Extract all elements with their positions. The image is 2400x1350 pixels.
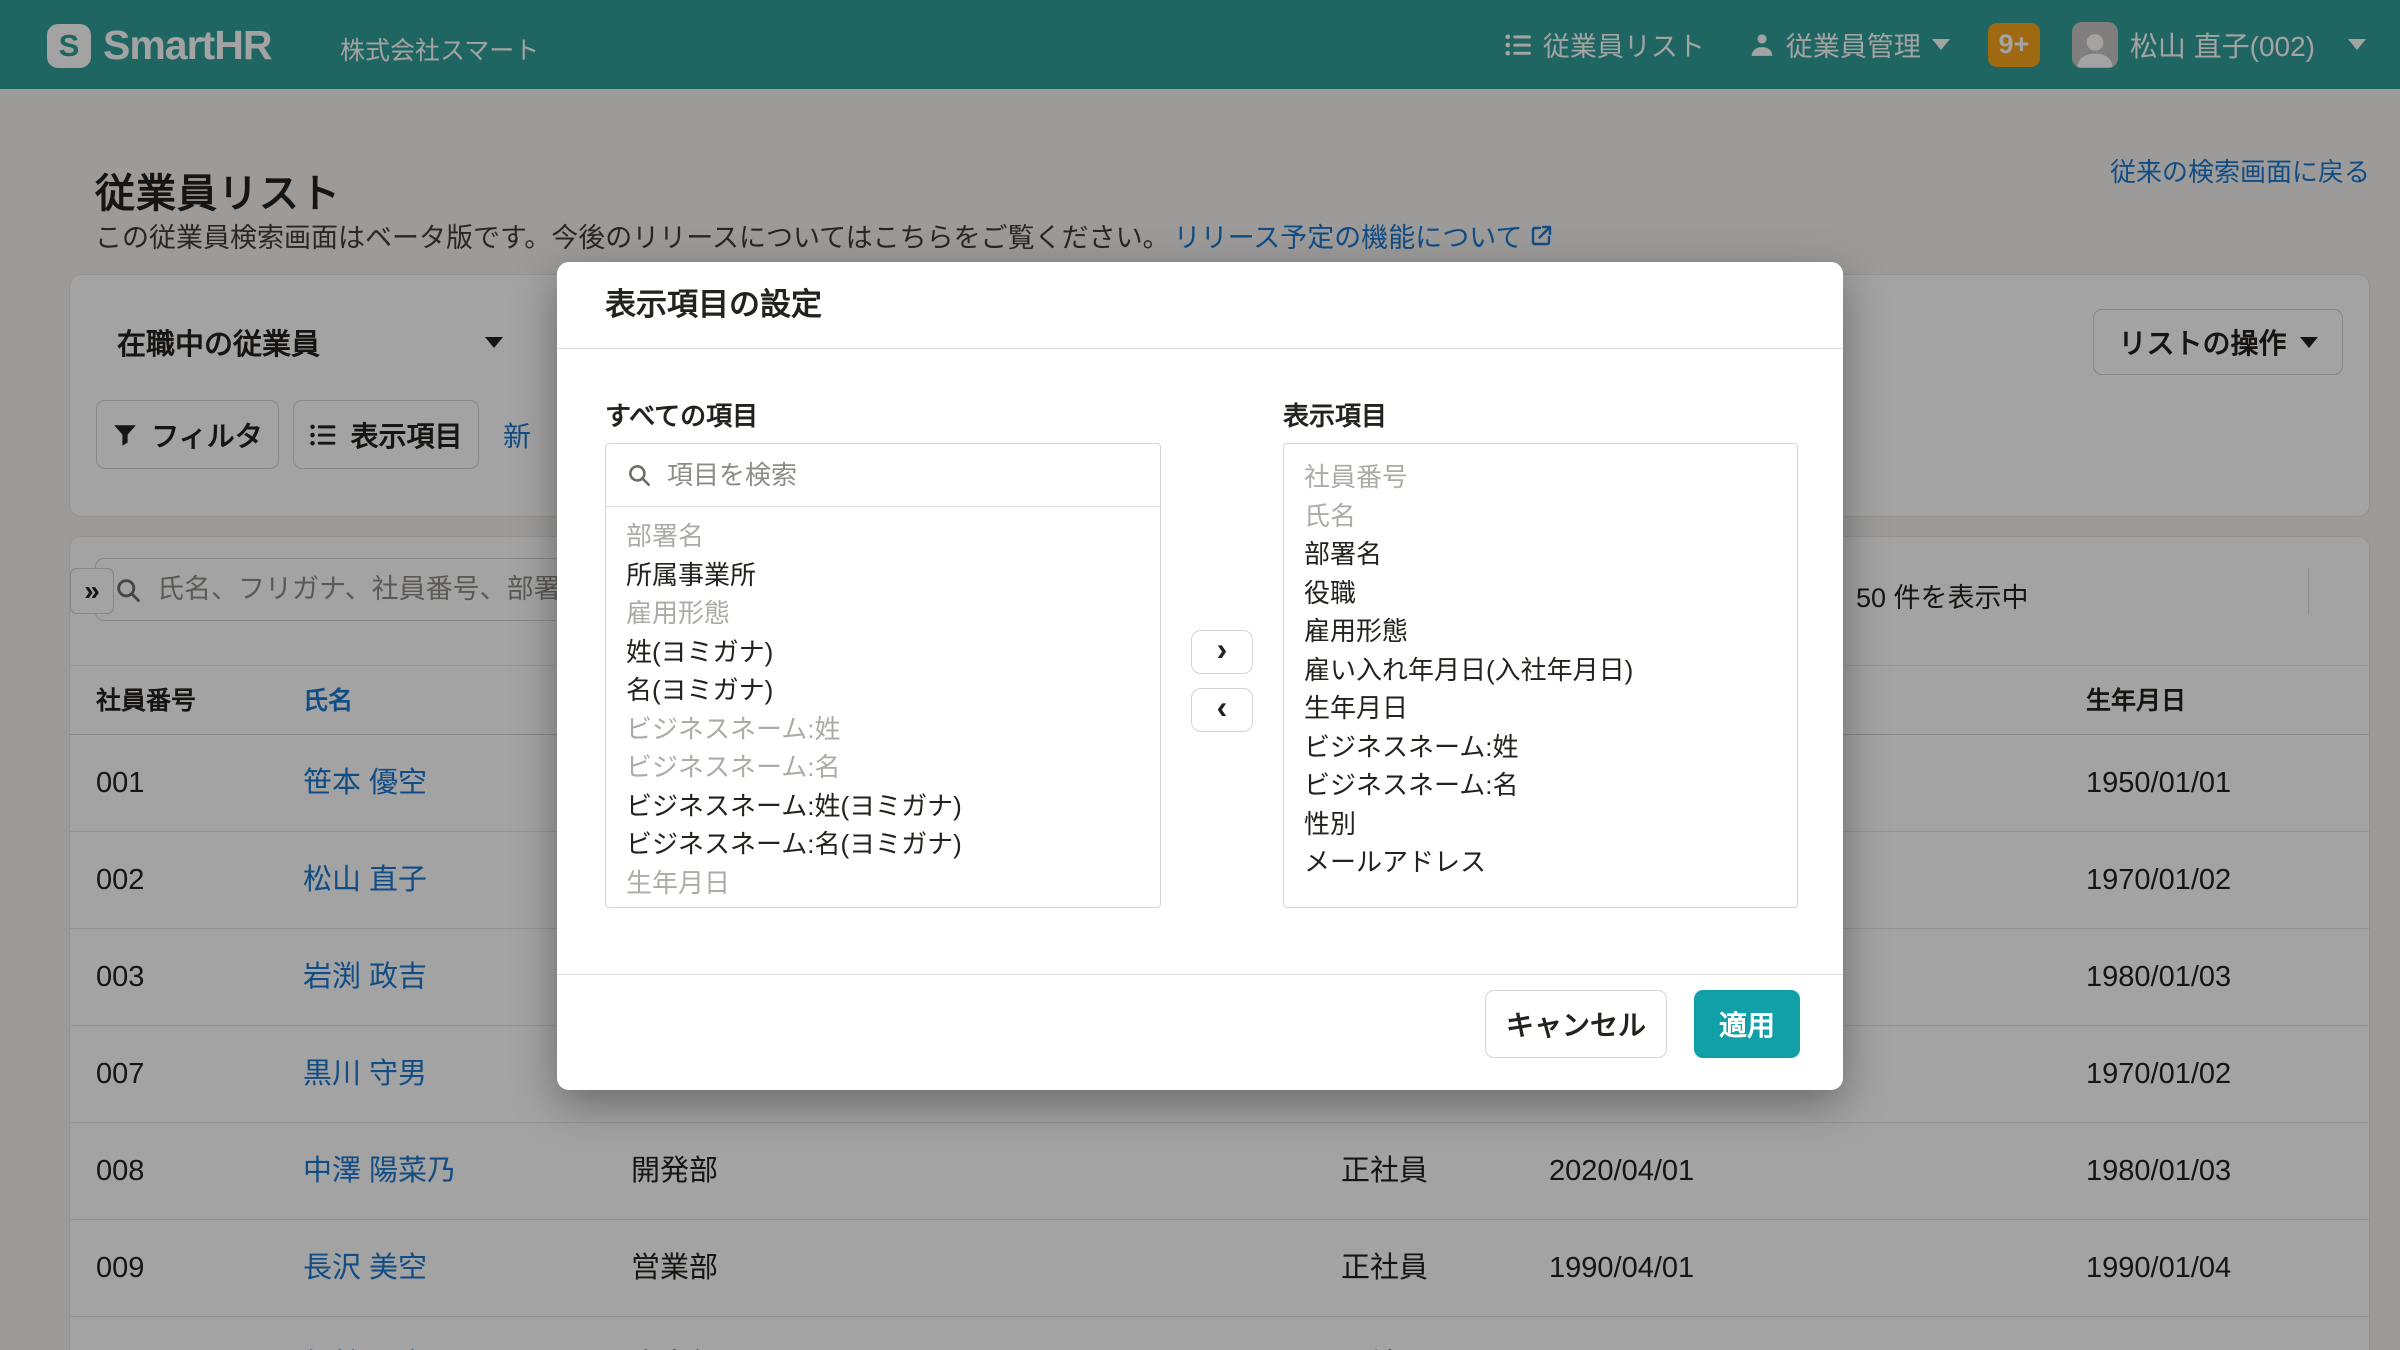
column-option[interactable]: 性別 (1304, 805, 1797, 844)
smarthr-app: S SmartHR 株式会社スマート 従業員リスト 従業員管理 9+ (0, 0, 2400, 1350)
shown-items-box: 社員番号 氏名 部署名 役職 雇用形態 雇い入れ年月日(入社年月日) 生年月日 … (1283, 443, 1798, 908)
all-items-label: すべての項目 (605, 396, 758, 433)
modal-footer-divider (557, 974, 1843, 975)
column-option[interactable]: 部署名 (626, 517, 1160, 556)
column-option[interactable]: ビジネスネーム:名 (626, 748, 1160, 787)
column-option[interactable]: 役職 (1304, 574, 1797, 613)
column-option[interactable]: ビジネスネーム:姓 (1304, 728, 1797, 767)
column-option[interactable]: ビジネスネーム:名 (1304, 766, 1797, 805)
column-option[interactable]: 名(ヨミガナ) (626, 671, 1160, 710)
column-option[interactable]: 雇用形態 (626, 594, 1160, 633)
column-option[interactable]: 生年月日 (1304, 689, 1797, 728)
column-option[interactable]: 雇い入れ年月日(入社年月日) (1304, 651, 1797, 690)
search-icon (626, 462, 652, 488)
apply-button[interactable]: 適用 (1694, 990, 1800, 1058)
shown-items-label: 表示項目 (1283, 396, 1387, 433)
column-option[interactable]: 姓(ヨミガナ) (626, 633, 1160, 672)
column-option[interactable]: 生年月日 (626, 864, 1160, 903)
item-search-input[interactable] (665, 459, 1140, 492)
column-settings-modal: 表示項目の設定 すべての項目 表示項目 部署名 所属事業所 雇用形態 姓(ヨミガ… (557, 262, 1843, 1090)
all-items-box: 部署名 所属事業所 雇用形態 姓(ヨミガナ) 名(ヨミガナ) ビジネスネーム:姓… (605, 443, 1161, 908)
column-option[interactable]: 性別 (626, 902, 1160, 908)
item-search-field[interactable] (606, 444, 1160, 507)
column-option[interactable]: 氏名 (1304, 497, 1797, 536)
column-option[interactable]: ビジネスネーム:姓 (626, 710, 1160, 749)
all-items-list: 部署名 所属事業所 雇用形態 姓(ヨミガナ) 名(ヨミガナ) ビジネスネーム:姓… (606, 507, 1160, 908)
shown-items-list: 社員番号 氏名 部署名 役職 雇用形態 雇い入れ年月日(入社年月日) 生年月日 … (1284, 444, 1797, 882)
column-option[interactable]: 社員番号 (1304, 458, 1797, 497)
column-option[interactable]: 所属事業所 (626, 556, 1160, 595)
modal-title: 表示項目の設定 (557, 262, 1843, 349)
column-option[interactable]: ビジネスネーム:姓(ヨミガナ) (626, 787, 1160, 826)
move-left-button[interactable]: ‹ (1191, 688, 1253, 732)
column-option[interactable]: ビジネスネーム:名(ヨミガナ) (626, 825, 1160, 864)
cancel-button[interactable]: キャンセル (1485, 990, 1667, 1058)
column-option[interactable]: 部署名 (1304, 535, 1797, 574)
column-option[interactable]: 雇用形態 (1304, 612, 1797, 651)
move-right-button[interactable]: › (1191, 630, 1253, 674)
column-option[interactable]: メールアドレス (1304, 843, 1797, 882)
